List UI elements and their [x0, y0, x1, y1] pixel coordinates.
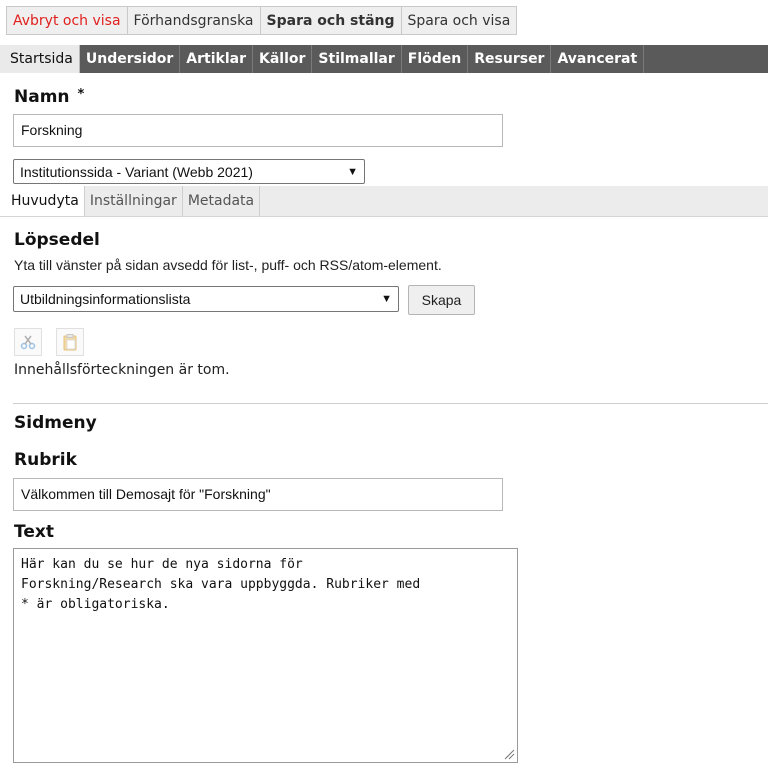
sub-tab-bar: Huvudyta Inställningar Metadata [0, 186, 768, 217]
subtab-metadata[interactable]: Metadata [183, 186, 261, 216]
text-area[interactable]: Här kan du se hur de nya sidorna för For… [13, 548, 518, 763]
name-input[interactable]: Forskning [13, 114, 503, 147]
chevron-down-icon: ▼ [347, 165, 358, 178]
section-divider [13, 403, 768, 404]
rubrik-input[interactable]: Välkommen till Demosajt för "Forskning" [13, 478, 503, 511]
tab-startsida[interactable]: Startsida [0, 45, 80, 73]
template-select-value: Institutionssida - Variant (Webb 2021) [20, 163, 253, 180]
lopsedel-description: Yta till vänster på sidan avsedd för lis… [14, 257, 442, 273]
resize-grip-icon[interactable] [503, 748, 515, 760]
subtab-installningar[interactable]: Inställningar [85, 186, 183, 216]
preview-button[interactable]: Förhandsgranska [127, 6, 261, 35]
tab-kallor[interactable]: Källor [253, 45, 313, 73]
sidmeny-heading: Sidmeny [14, 413, 97, 433]
tab-floden[interactable]: Flöden [402, 45, 469, 73]
lopsedel-heading: Löpsedel [14, 230, 100, 250]
main-tab-bar: Startsida Undersidor Artiklar Källor Sti… [0, 45, 768, 73]
rubrik-label: Rubrik [14, 450, 77, 470]
empty-toc-text: Innehållsförteckningen är tom. [14, 362, 230, 378]
chevron-down-icon: ▼ [381, 293, 392, 305]
template-select[interactable]: Institutionssida - Variant (Webb 2021) ▼ [13, 159, 365, 184]
tab-artiklar[interactable]: Artiklar [180, 45, 253, 73]
tab-stilmallar[interactable]: Stilmallar [312, 45, 402, 73]
scissors-icon [20, 335, 36, 350]
save-and-view-button[interactable]: Spara och visa [401, 6, 518, 35]
save-and-close-button[interactable]: Spara och stäng [260, 6, 402, 35]
clipboard-icon [63, 334, 77, 351]
tab-avancerat[interactable]: Avancerat [551, 45, 645, 73]
name-label-text: Namn [14, 87, 70, 107]
tab-undersidor[interactable]: Undersidor [80, 45, 181, 73]
action-bar: Avbryt och visa Förhandsgranska Spara oc… [6, 6, 518, 35]
list-type-select-value: Utbildningsinformationslista [20, 291, 191, 307]
name-label: Namn * [14, 87, 84, 107]
paste-button[interactable] [56, 328, 84, 356]
list-type-select[interactable]: Utbildningsinformationslista ▼ [13, 286, 399, 312]
required-marker: * [77, 87, 85, 102]
text-label: Text [14, 522, 54, 542]
create-button[interactable]: Skapa [408, 285, 475, 315]
cut-button[interactable] [14, 328, 42, 356]
cancel-and-view-button[interactable]: Avbryt och visa [6, 6, 128, 35]
subtab-huvudyta[interactable]: Huvudyta [0, 186, 85, 216]
tab-resurser[interactable]: Resurser [468, 45, 552, 73]
